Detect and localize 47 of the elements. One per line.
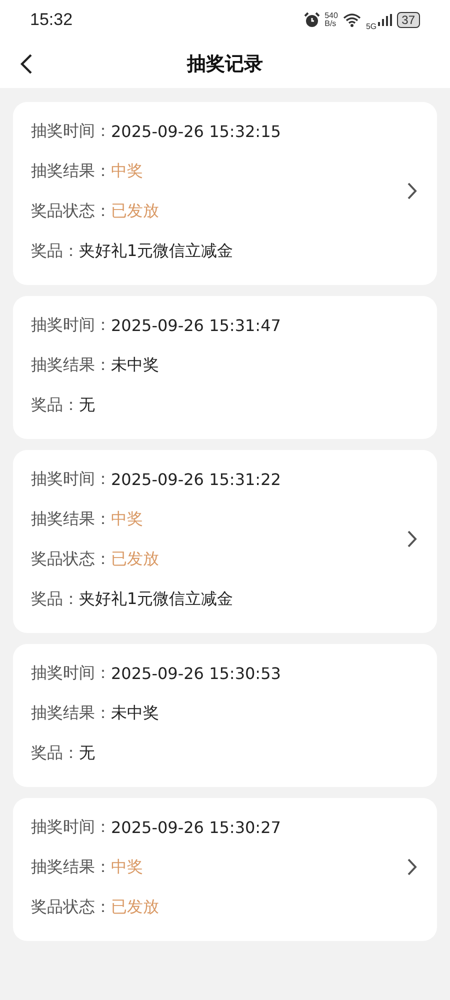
field-label: 抽奖结果： [31, 160, 111, 182]
field-value: 已发放 [111, 200, 159, 222]
field-value: 2025-09-26 15:30:53 [111, 664, 281, 682]
signal-icon [378, 14, 392, 26]
field-label: 抽奖时间： [31, 662, 111, 684]
record-card[interactable]: 抽奖时间：2025-09-26 15:32:15 抽奖结果：中奖 奖品状态：已发放 奖品：夹好礼1元微信立减金 [13, 102, 437, 285]
field-value: 已发放 [111, 896, 159, 918]
battery-indicator: 37 [396, 12, 420, 28]
network-speed: 540 B/s [324, 12, 338, 28]
record-card[interactable]: 抽奖时间：2025-09-26 15:30:27 抽奖结果：中奖 奖品状态：已发放 [13, 798, 437, 941]
field-label: 抽奖时间： [31, 120, 111, 142]
field-label: 奖品状态： [31, 896, 111, 918]
field-value: 中奖 [111, 856, 143, 878]
field-value: 夹好礼1元微信立减金 [79, 588, 234, 610]
field-value: 夹好礼1元微信立减金 [79, 240, 234, 262]
field-label: 抽奖结果： [31, 856, 111, 878]
field-label: 奖品： [31, 394, 79, 416]
field-label: 抽奖时间： [31, 468, 111, 490]
field-label: 抽奖结果： [31, 702, 111, 724]
field-value: 2025-09-26 15:30:27 [111, 818, 281, 836]
field-value: 中奖 [111, 160, 143, 182]
wifi-icon [342, 13, 361, 27]
field-value: 无 [79, 742, 95, 764]
page-title: 抽奖记录 [187, 52, 263, 77]
field-value: 2025-09-26 15:32:15 [111, 122, 281, 140]
field-label: 奖品状态： [31, 200, 111, 222]
field-value: 2025-09-26 15:31:22 [111, 470, 281, 488]
field-value: 2025-09-26 15:31:47 [111, 316, 281, 334]
status-time: 15:32 [30, 10, 73, 30]
field-label: 奖品状态： [31, 548, 111, 570]
field-label: 奖品： [31, 742, 79, 764]
field-label: 抽奖结果： [31, 354, 111, 376]
network-type: 5G [366, 22, 377, 30]
record-card[interactable]: 抽奖时间：2025-09-26 15:30:53 抽奖结果：未中奖 奖品：无 [13, 644, 437, 787]
field-value: 中奖 [111, 508, 143, 530]
field-value: 未中奖 [111, 354, 159, 376]
field-label: 奖品： [31, 240, 79, 262]
field-label: 抽奖时间： [31, 816, 111, 838]
field-label: 抽奖时间： [31, 314, 111, 336]
field-label: 奖品： [31, 588, 79, 610]
field-value: 未中奖 [111, 702, 159, 724]
field-label: 抽奖结果： [31, 508, 111, 530]
field-value: 无 [79, 394, 95, 416]
field-value: 已发放 [111, 548, 159, 570]
alarm-icon [304, 12, 320, 28]
record-card[interactable]: 抽奖时间：2025-09-26 15:31:47 抽奖结果：未中奖 奖品：无 [13, 296, 437, 439]
record-card[interactable]: 抽奖时间：2025-09-26 15:31:22 抽奖结果：中奖 奖品状态：已发放 奖品：夹好礼1元微信立减金 [13, 450, 437, 633]
